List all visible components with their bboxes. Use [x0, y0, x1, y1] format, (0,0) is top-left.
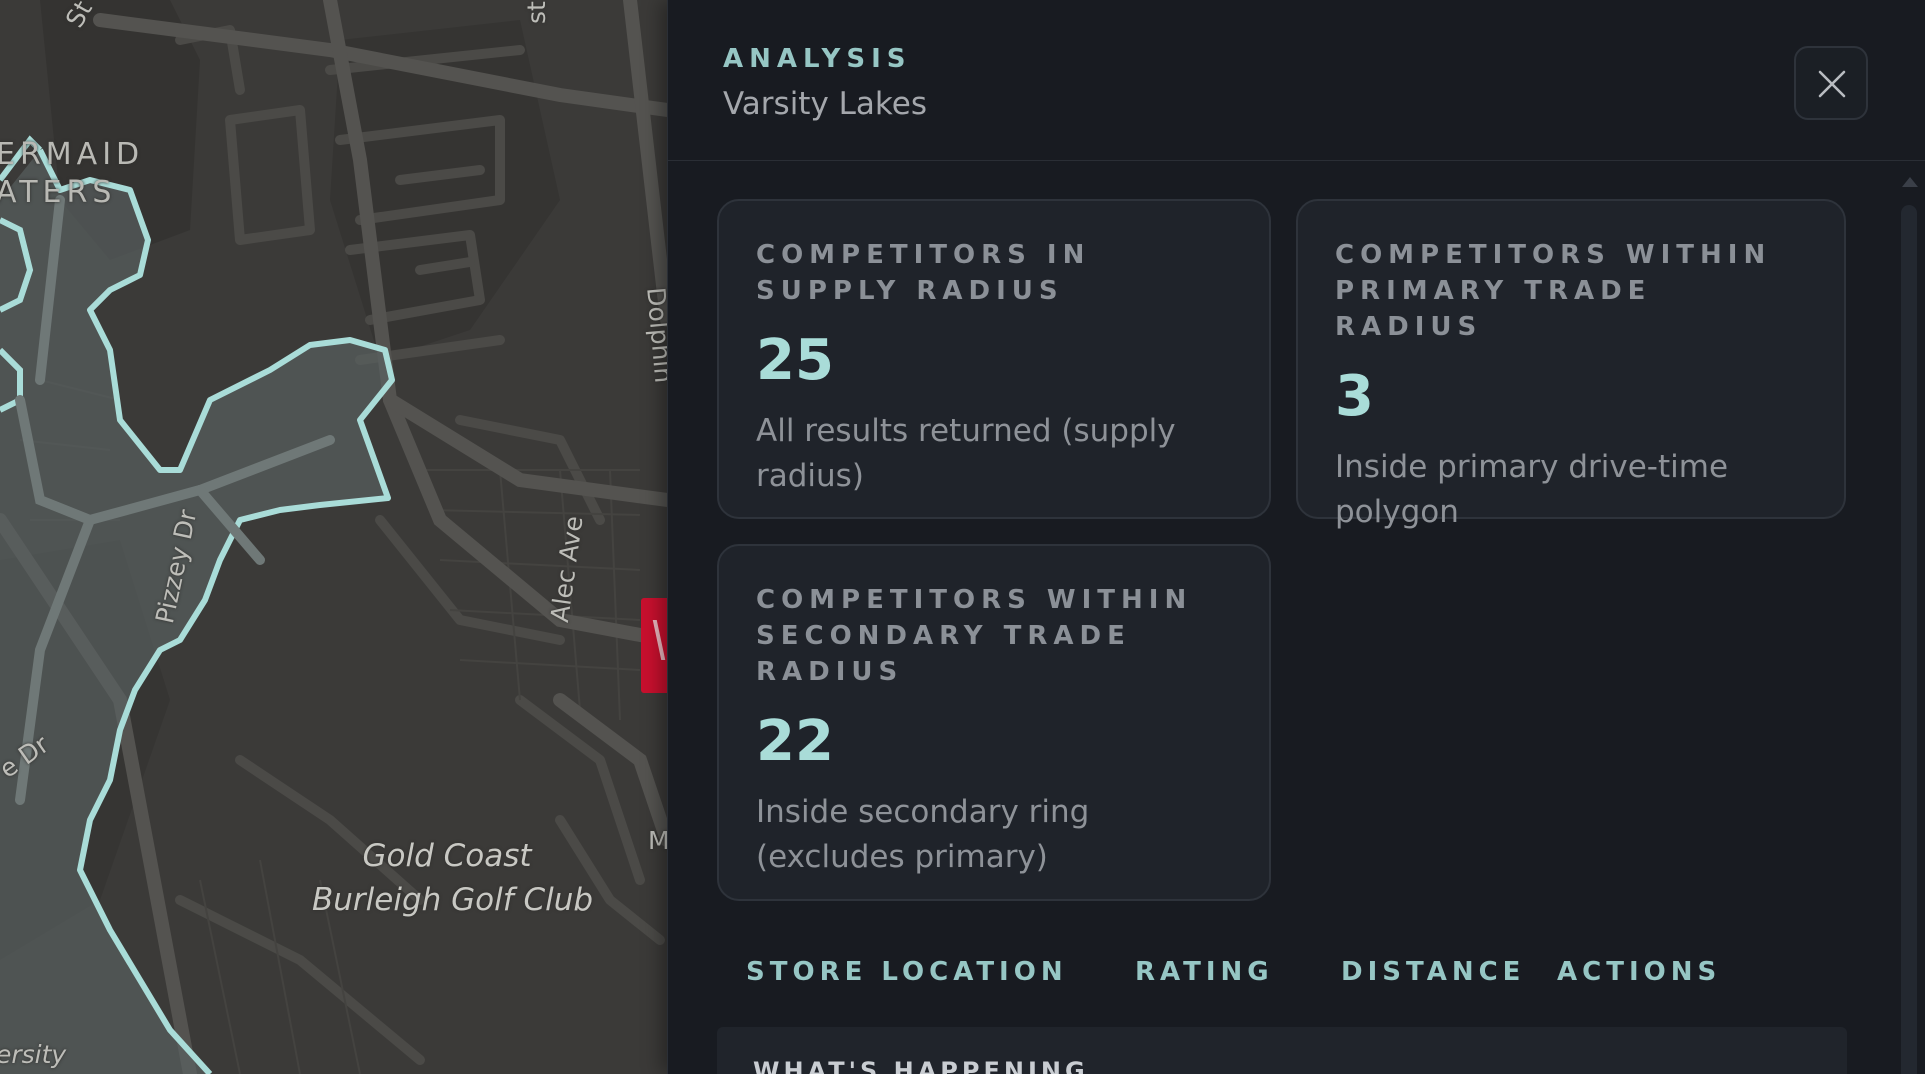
panel-subtitle: Varsity Lakes [723, 86, 927, 122]
column-header-distance[interactable]: Distance [1341, 957, 1525, 987]
table-row-text: WHAT'S HAPPENING [753, 1057, 1089, 1074]
card-label: Competitors within primary trade radius [1335, 240, 1772, 342]
card-primary-trade-radius: Competitors within primary trade radius … [1296, 199, 1846, 530]
card-supply-radius: Competitors in supply radius 25 All resu… [717, 199, 1271, 519]
card-label: Competitors within secondary trade radiu… [756, 585, 1193, 687]
card-value: 22 [756, 709, 834, 774]
competitor-table-header: Store location Rating Distance Actions [717, 949, 1847, 1001]
column-header-rating[interactable]: Rating [1135, 957, 1274, 987]
map-view[interactable]: ERMAID ATERS Pizzey Dr Alec Ave Dolphin … [0, 0, 667, 1074]
card-label: Competitors in supply radius [756, 240, 1091, 306]
panel-header: ANALYSIS Varsity Lakes [668, 0, 1925, 161]
column-header-actions: Actions [1557, 957, 1722, 987]
scrollbar-thumb[interactable] [1901, 205, 1917, 1074]
map-label-suburb: ERMAID ATERS [0, 137, 145, 210]
map-label-varsity: ersity [0, 1040, 67, 1069]
map-label-golf-club: Gold Coast Burleigh Golf Club [312, 838, 594, 918]
column-header-store-location[interactable]: Store location [746, 957, 1068, 987]
card-value: 25 [756, 328, 834, 393]
card-description: Inside primary drive-time polygon [1335, 449, 1729, 530]
card-secondary-trade-radius: Competitors within secondary trade radiu… [717, 544, 1271, 901]
map-label-st-top: st [522, 1, 551, 24]
scrollbar[interactable] [1898, 169, 1918, 1074]
panel-scroll-area[interactable]: Competitors in supply radius 25 All resu… [668, 161, 1925, 1074]
panel-eyebrow: ANALYSIS [723, 44, 912, 74]
table-row[interactable]: WHAT'S HAPPENING [717, 1027, 1847, 1074]
map-label-m: M [648, 826, 667, 855]
close-icon [1818, 70, 1846, 98]
card-value: 3 [1335, 364, 1374, 429]
card-description: All results returned (supply radius) [756, 413, 1176, 494]
scroll-up-icon[interactable] [1902, 177, 1918, 187]
analysis-panel: ANALYSIS Varsity Lakes Competitors in su… [667, 0, 1925, 1074]
card-description: Inside secondary ring (excludes primary) [756, 794, 1090, 875]
map-location-marker[interactable] [641, 598, 667, 693]
close-button[interactable] [1794, 46, 1868, 120]
